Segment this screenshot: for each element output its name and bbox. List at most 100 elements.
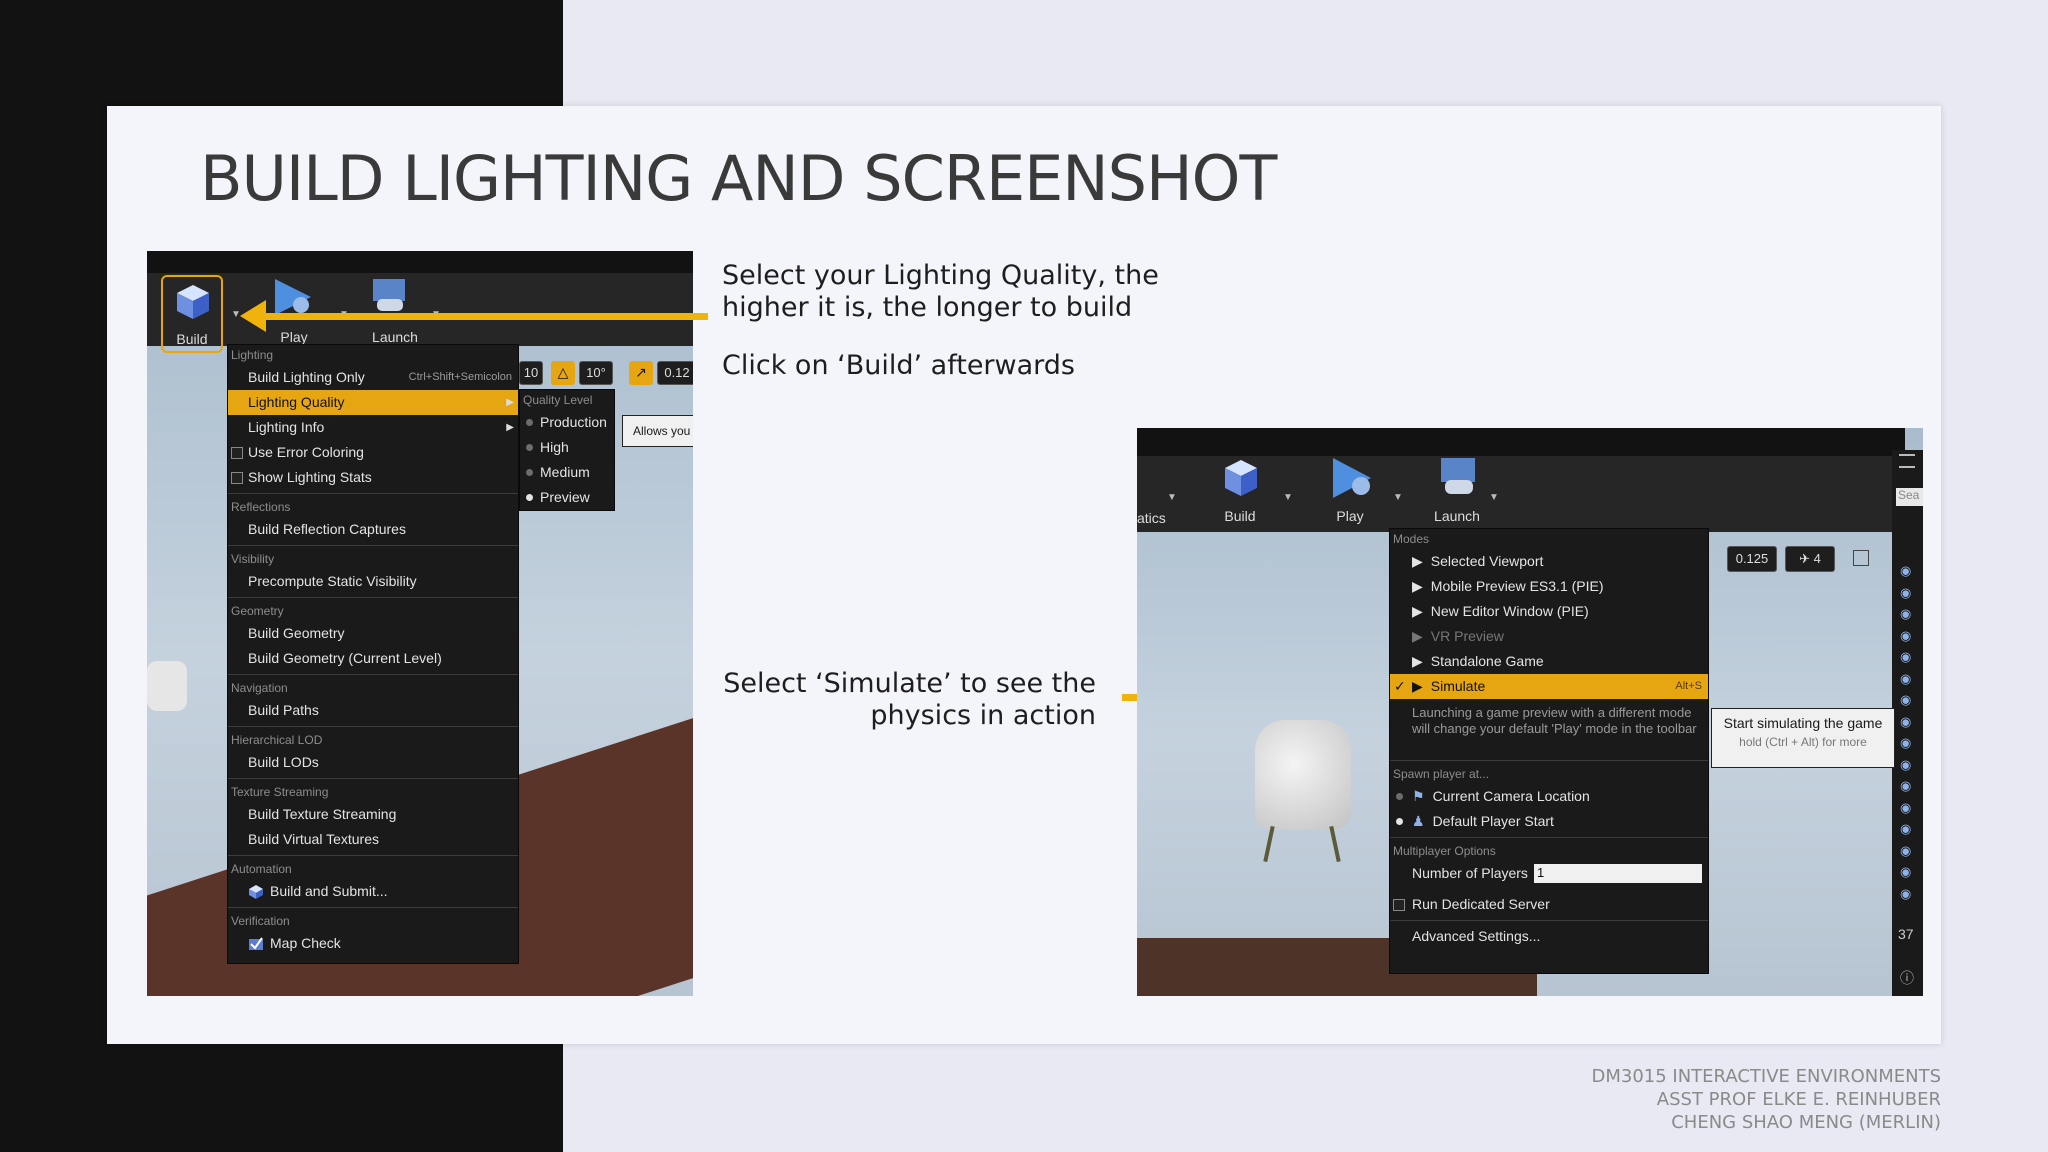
- tooltip-line-2: hold (Ctrl + Alt) for more: [1739, 735, 1867, 749]
- eye-icon-column: ◉ ◉ ◉ ◉ ◉ ◉ ◉ ◉ ◉ ◉ ◉ ◉ ◉ ◉ ◉ ◉: [1900, 563, 1912, 901]
- mobile-preview-icon: ▶: [1412, 578, 1423, 594]
- checkbox-icon[interactable]: [231, 472, 243, 484]
- build-reflection-captures-item[interactable]: Build Reflection Captures: [228, 517, 518, 542]
- play-label: Play: [1336, 508, 1364, 524]
- mode-simulate[interactable]: ✓ ▶ Simulate Alt+S: [1390, 674, 1708, 699]
- chair-leg: [1263, 825, 1275, 863]
- outliner-list-icon[interactable]: [1899, 454, 1915, 468]
- advanced-settings-item[interactable]: Advanced Settings...: [1390, 924, 1708, 949]
- scale-snap-field[interactable]: 0.12: [657, 361, 693, 385]
- build-texture-streaming-item[interactable]: Build Texture Streaming: [228, 802, 518, 827]
- divider: [228, 545, 518, 546]
- build-and-submit-icon: [249, 885, 263, 900]
- section-visibility: Visibility: [231, 552, 275, 566]
- spawn-default-player-start[interactable]: ♟ Default Player Start: [1390, 809, 1708, 834]
- radio-icon: [526, 469, 533, 476]
- player-start-icon: ♟: [1412, 813, 1425, 829]
- chair-leg: [1329, 825, 1341, 863]
- build-lods-item[interactable]: Build LODs: [228, 750, 518, 775]
- build-dropdown-caret[interactable]: ▼: [1283, 492, 1293, 503]
- play-label: Play: [280, 329, 308, 345]
- divider: [1390, 920, 1708, 921]
- scale-snap-toggle[interactable]: ↗: [629, 361, 653, 385]
- maximize-viewport-icon[interactable]: [1853, 550, 1869, 566]
- build-menu-screenshot: Build ▼ Play ▼ Launch ▼ 10 △ 10° ↗ 0.12 …: [147, 251, 693, 996]
- camera-speed-field[interactable]: 0.125: [1727, 546, 1777, 572]
- number-of-players-row: Number of Players 1: [1390, 861, 1708, 886]
- launch-label: Launch: [1434, 508, 1480, 524]
- pointer-arrowhead-build: [240, 300, 266, 332]
- mode-mobile-preview[interactable]: ▶ Mobile Preview ES3.1 (PIE): [1390, 574, 1708, 599]
- build-virtual-textures-item[interactable]: Build Virtual Textures: [228, 827, 518, 852]
- camera-icon: ✈: [1799, 551, 1811, 566]
- submenu-arrow-icon: ▶: [506, 422, 514, 433]
- play-icon: [275, 279, 311, 315]
- section-verification: Verification: [231, 914, 290, 928]
- vr-icon: ▶: [1412, 628, 1423, 644]
- simulate-icon: ▶: [1412, 678, 1423, 694]
- launch-dropdown-caret[interactable]: ▼: [1489, 492, 1499, 503]
- build-geometry-item[interactable]: Build Geometry: [228, 621, 518, 646]
- build-icon: [1225, 460, 1257, 496]
- quality-option-production[interactable]: Production: [520, 410, 614, 435]
- mode-selected-viewport[interactable]: ▶ Selected Viewport: [1390, 549, 1708, 574]
- checkmark-icon: ✓: [1394, 678, 1406, 694]
- section-automation: Automation: [231, 862, 292, 876]
- info-icon[interactable]: ⓘ: [1900, 968, 1914, 988]
- simulate-tooltip: Start simulating the game hold (Ctrl + A…: [1711, 708, 1895, 768]
- standalone-icon: ▶: [1412, 653, 1423, 669]
- lighting-quality-item[interactable]: Lighting Quality ▶: [228, 390, 518, 415]
- launch-toolbar-button[interactable]: Launch: [347, 275, 427, 347]
- play-toolbar-button[interactable]: Play: [1315, 456, 1385, 528]
- launch-icon: [373, 279, 405, 311]
- scale-icon: ↗: [635, 364, 647, 380]
- quality-option-high[interactable]: High: [520, 435, 614, 460]
- build-toolbar-button[interactable]: Build: [161, 275, 223, 353]
- divider: [228, 855, 518, 856]
- lighting-quality-submenu: Quality Level Production High Medium Pre…: [519, 389, 615, 511]
- show-lighting-stats-item[interactable]: Show Lighting Stats: [228, 465, 518, 490]
- editor-toolbar: atics ▼ Build ▼ Play ▼ Launch ▼: [1137, 428, 1905, 532]
- submenu-arrow-icon: ▶: [506, 397, 514, 408]
- build-lighting-only-item[interactable]: Build Lighting Only Ctrl+Shift+Semicolon: [228, 365, 518, 390]
- chair-model: [1255, 720, 1351, 830]
- play-dropdown-caret[interactable]: ▼: [1393, 492, 1403, 503]
- divider: [228, 907, 518, 908]
- chair-model: [147, 661, 187, 711]
- footer-credits: DM3015 INTERACTIVE ENVIRONMENTS ASST PRO…: [1591, 1066, 1941, 1133]
- play-toolbar-button[interactable]: Play: [259, 275, 329, 347]
- build-and-submit-item[interactable]: Build and Submit...: [228, 879, 518, 904]
- rotation-snap-field[interactable]: 10°: [579, 361, 613, 385]
- search-box[interactable]: Sea: [1896, 488, 1923, 506]
- statics-label: atics: [1137, 510, 1166, 526]
- grid-snap-field[interactable]: 10: [519, 361, 543, 385]
- lighting-info-item[interactable]: Lighting Info ▶: [228, 415, 518, 440]
- quality-option-preview[interactable]: Preview: [520, 485, 614, 510]
- map-check-item[interactable]: Map Check: [228, 931, 518, 956]
- map-check-icon: [249, 937, 263, 951]
- pointer-arrow-build: [260, 313, 708, 320]
- play-mode-description: Launching a game preview with a differen…: [1412, 705, 1697, 736]
- build-toolbar-button[interactable]: Build: [1207, 456, 1273, 528]
- launch-icon: [1441, 458, 1475, 494]
- editor-toolbar: Build ▼ Play ▼ Launch ▼: [147, 251, 693, 353]
- mode-vr-preview: ▶ VR Preview: [1412, 628, 1504, 644]
- quality-option-medium[interactable]: Medium: [520, 460, 614, 485]
- spawn-current-camera[interactable]: ⚑ Current Camera Location: [1390, 784, 1708, 809]
- number-of-players-input[interactable]: 1: [1534, 864, 1702, 883]
- build-paths-item[interactable]: Build Paths: [228, 698, 518, 723]
- mode-new-editor-window[interactable]: ▶ New Editor Window (PIE): [1390, 599, 1708, 624]
- build-geometry-current-level-item[interactable]: Build Geometry (Current Level): [228, 646, 518, 671]
- checkbox-icon[interactable]: [231, 447, 243, 459]
- radio-icon: [1396, 793, 1403, 800]
- run-dedicated-server-item[interactable]: Run Dedicated Server: [1390, 892, 1708, 917]
- checkbox-icon[interactable]: [1393, 899, 1405, 911]
- statics-dropdown-caret[interactable]: ▼: [1167, 492, 1177, 503]
- mode-standalone-game[interactable]: ▶ Standalone Game: [1390, 649, 1708, 674]
- precompute-static-visibility-item[interactable]: Precompute Static Visibility: [228, 569, 518, 594]
- section-geometry: Geometry: [231, 604, 284, 618]
- rotation-snap-toggle[interactable]: △: [551, 361, 575, 385]
- speed-scalar-field[interactable]: ✈ 4: [1785, 546, 1835, 572]
- instruction-click-build: Click on ‘Build’ afterwards: [722, 350, 1075, 381]
- use-error-coloring-item[interactable]: Use Error Coloring: [228, 440, 518, 465]
